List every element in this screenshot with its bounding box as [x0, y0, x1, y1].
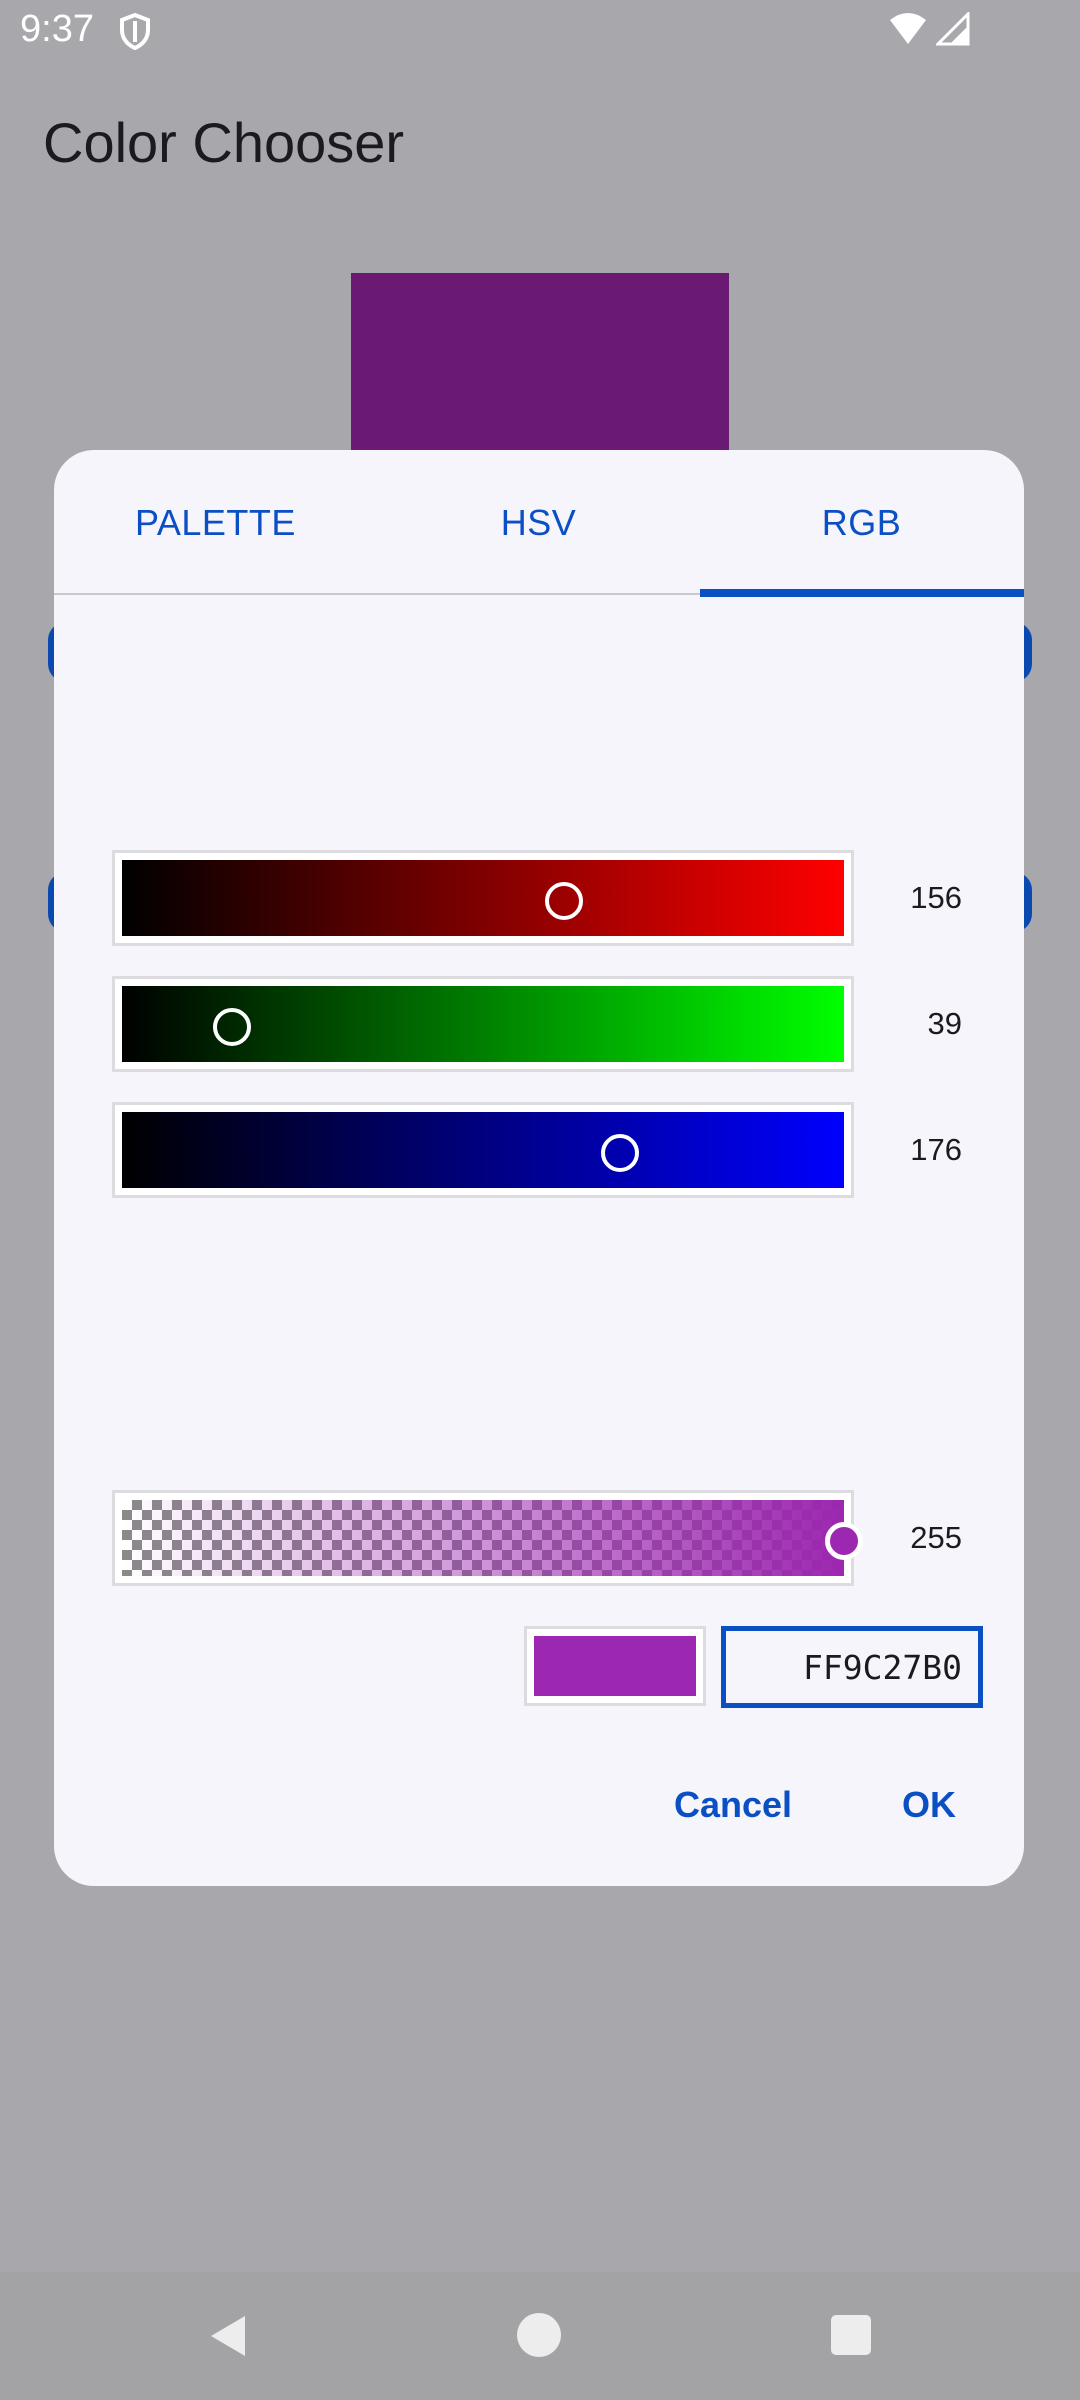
selected-color-fill	[534, 1636, 696, 1696]
color-preview	[351, 273, 729, 473]
tab-palette[interactable]: PALETTE	[54, 450, 377, 596]
red-slider[interactable]	[112, 850, 854, 946]
tab-rgb[interactable]: RGB	[700, 450, 1023, 596]
hex-color-input[interactable]	[721, 1626, 983, 1708]
red-slider-thumb[interactable]	[544, 882, 583, 920]
tab-hsv[interactable]: HSV	[377, 450, 700, 596]
nav-home-icon[interactable]	[517, 2313, 561, 2357]
blue-slider-thumb[interactable]	[601, 1134, 640, 1172]
green-slider-thumb[interactable]	[213, 1008, 252, 1046]
alpha-value: 255	[910, 1520, 962, 1555]
nav-back-icon[interactable]	[205, 2312, 249, 2360]
app-title: Color Chooser	[43, 111, 405, 174]
alpha-gradient	[122, 1500, 844, 1576]
status-time: 9:37	[20, 8, 94, 50]
green-slider[interactable]	[112, 976, 854, 1072]
status-bar: 9:37	[0, 0, 1080, 64]
wifi-icon	[890, 13, 926, 44]
tab-indicator	[700, 589, 1024, 597]
nav-recents-icon[interactable]	[831, 2315, 871, 2355]
selected-color-swatch	[524, 1626, 706, 1706]
alpha-slider[interactable]	[112, 1490, 863, 1586]
blue-slider[interactable]	[112, 1102, 854, 1198]
color-chooser-dialog: PALETTE HSV RGB 156 39 176 255 Cancel OK	[54, 450, 1024, 1886]
tab-bar: PALETTE HSV RGB	[54, 450, 1024, 597]
green-value: 39	[927, 1006, 962, 1041]
blue-gradient	[122, 1112, 844, 1188]
blue-value: 176	[910, 1132, 962, 1167]
signal-icon	[936, 12, 970, 46]
cancel-button[interactable]: Cancel	[654, 1770, 812, 1840]
red-value: 156	[910, 880, 962, 915]
red-gradient	[122, 860, 844, 936]
ok-button[interactable]: OK	[882, 1770, 976, 1840]
shield-icon	[120, 12, 150, 50]
